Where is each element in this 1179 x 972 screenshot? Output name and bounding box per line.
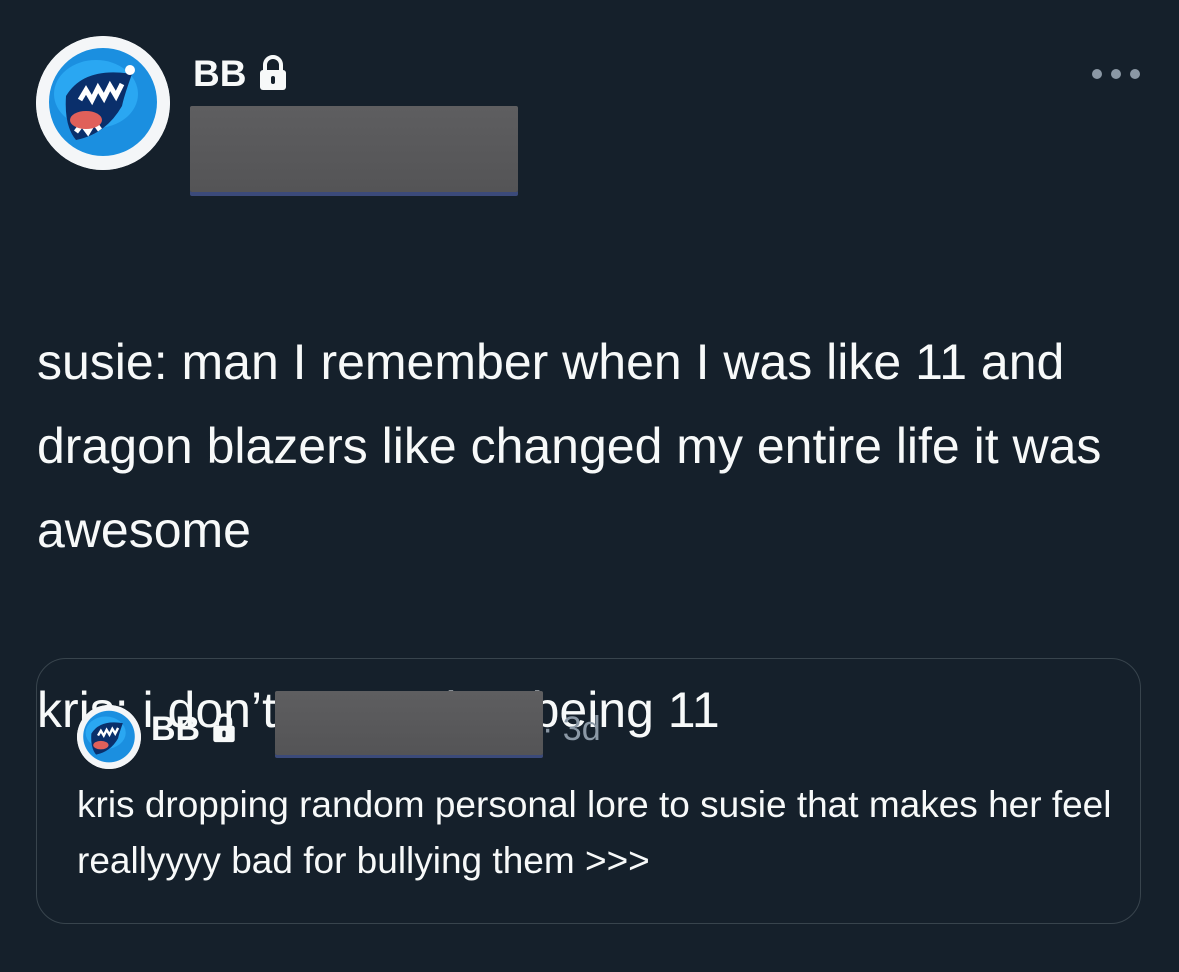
tweet-text-paragraph: susie: man I remember when I was like 11…	[37, 334, 1102, 558]
redacted-handle	[275, 691, 543, 755]
lock-icon	[210, 712, 238, 746]
tweet: BB susie: man I remember when I was like…	[0, 0, 1179, 972]
more-horizontal-icon	[1092, 69, 1102, 79]
lock-icon	[256, 54, 290, 94]
quoted-tweet-text: kris dropping random personal lore to su…	[77, 784, 1112, 881]
quoted-tweet-timestamp[interactable]: · 3d	[542, 709, 601, 749]
author-name-row[interactable]: BB	[193, 52, 290, 96]
redacted-handle	[190, 106, 518, 192]
quoted-author-avatar[interactable]	[77, 705, 141, 769]
blue-monster-avatar-icon	[36, 36, 170, 170]
author-avatar[interactable]	[36, 36, 170, 170]
author-name[interactable]: BB	[193, 52, 246, 96]
timestamp: 3d	[562, 710, 601, 748]
quoted-author-name: BB	[151, 710, 201, 748]
more-options-button[interactable]	[1092, 58, 1140, 90]
separator-dot: ·	[542, 710, 554, 748]
quoted-author-name-row: BB	[151, 709, 238, 749]
blue-monster-avatar-icon	[77, 705, 141, 769]
quoted-tweet-card[interactable]: BB · 3d kris dropping random personal lo…	[36, 658, 1141, 924]
